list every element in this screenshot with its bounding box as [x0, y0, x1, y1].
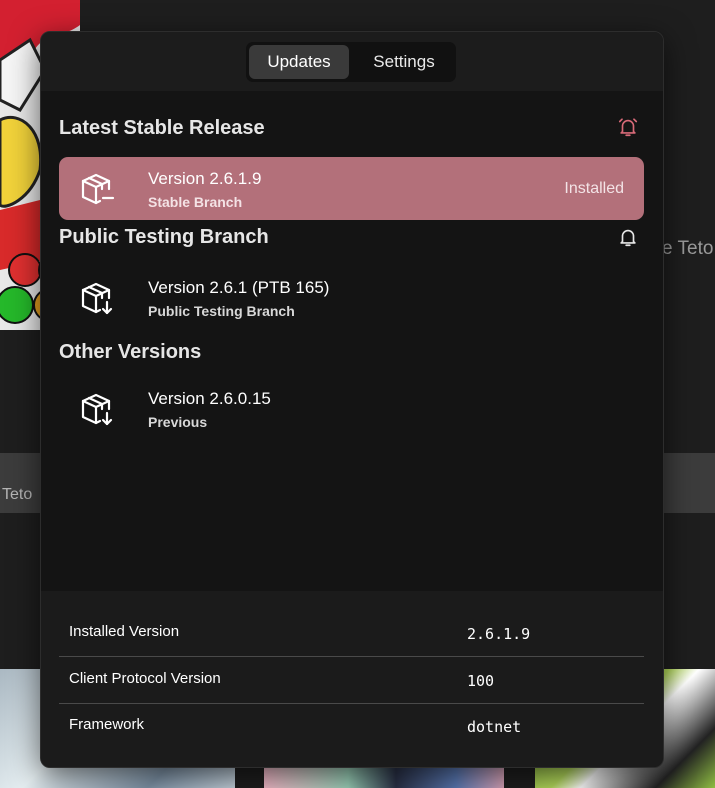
- tab-updates[interactable]: Updates: [249, 45, 349, 79]
- divider: [59, 656, 644, 657]
- popup-header: Updates Settings: [41, 32, 663, 91]
- package-download-icon: [79, 280, 115, 316]
- version-info-panel: Installed Version 2.6.1.9 Client Protoco…: [41, 591, 663, 767]
- info-key: Installed Version: [69, 623, 180, 640]
- updates-popup: Updates Settings Latest Stable Release V…: [40, 31, 664, 768]
- release-version: Version 2.6.1 (PTB 165): [148, 278, 330, 297]
- section-title-other: Other Versions: [59, 341, 202, 363]
- installed-badge: Installed: [564, 180, 624, 197]
- info-key: Framework: [69, 716, 145, 733]
- release-branch: Stable Branch: [148, 194, 243, 210]
- release-version: Version 2.6.1.9: [148, 169, 262, 188]
- package-download-icon: [79, 391, 115, 427]
- package-installed-icon: [79, 171, 115, 207]
- info-row-framework: Framework dotnet: [59, 704, 644, 750]
- info-value: 2.6.1.9: [467, 625, 531, 643]
- bell-ringing-icon[interactable]: [617, 116, 639, 138]
- release-branch: Public Testing Branch: [148, 303, 295, 319]
- release-version: Version 2.6.0.15: [148, 389, 271, 408]
- release-branch: Previous: [148, 414, 208, 430]
- info-value: dotnet: [467, 718, 522, 736]
- tab-group: Updates Settings: [246, 42, 456, 82]
- tab-settings[interactable]: Settings: [354, 45, 454, 79]
- info-row-client-protocol: Client Protocol Version 100: [59, 658, 644, 704]
- info-row-installed-version: Installed Version 2.6.1.9: [59, 611, 644, 657]
- bell-icon[interactable]: [617, 226, 639, 248]
- background-band-label: Teto: [2, 486, 33, 503]
- info-value: 100: [467, 672, 495, 690]
- release-row-stable[interactable]: Version 2.6.1.9 Stable Branch Installed: [59, 157, 644, 220]
- release-row-ptb[interactable]: Version 2.6.1 (PTB 165) Public Testing B…: [59, 266, 644, 329]
- section-title-stable: Latest Stable Release: [59, 117, 265, 139]
- release-row-other[interactable]: Version 2.6.0.15 Previous: [59, 377, 644, 440]
- section-title-ptb: Public Testing Branch: [59, 226, 269, 248]
- background-label: e Teto: [662, 238, 714, 259]
- info-key: Client Protocol Version: [69, 670, 221, 687]
